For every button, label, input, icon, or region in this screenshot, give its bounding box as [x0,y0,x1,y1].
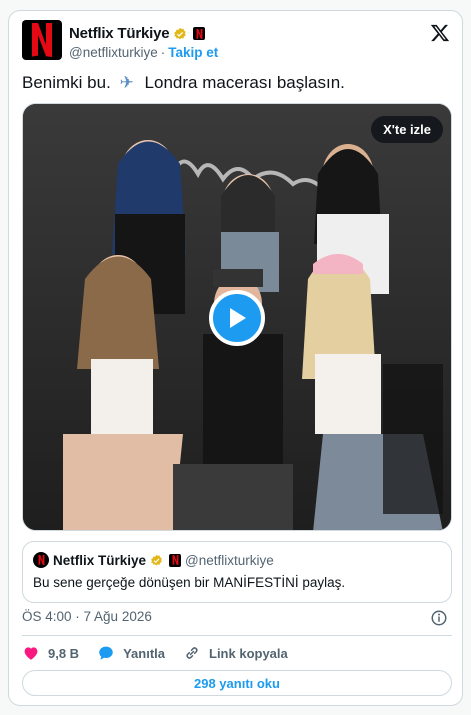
author-handle[interactable]: @netflixturkiye [69,45,158,60]
netflix-avatar[interactable] [22,20,62,60]
action-bar: 9,8 B Yanıtla Link kopyala [22,642,306,664]
quoted-tweet[interactable]: Netflix Türkiye @netflixturkiye Bu sene … [22,541,452,603]
tweet-text-part-1: Benimki bu. [22,73,111,92]
tweet-card: Netflix Türkiye @netflixturkiye · Takip … [8,10,463,706]
affiliate-logo-icon [193,27,206,40]
like-button[interactable]: 9,8 B [22,644,79,662]
author-handle-row: @netflixturkiye · Takip et [69,45,218,60]
copy-link-button[interactable]: Link kopyala [183,644,288,662]
quoted-tweet-text: Bu sene gerçeğe dönüşen bir MANİFESTİNİ … [33,575,346,590]
read-replies-button[interactable]: 298 yanıtı oku [22,670,452,696]
reply-button[interactable]: Yanıtla [97,644,165,662]
verified-badge-icon [151,554,162,565]
tweet-text: Benimki bu. ✈ Londra macerası başlasın. [22,73,345,93]
link-icon [186,647,198,659]
x-logo-icon[interactable] [430,23,450,43]
quoted-display-name: Netflix Türkiye [53,552,147,568]
like-count: 9,8 B [48,645,80,661]
play-icon [230,308,246,328]
heart-icon [24,647,38,660]
verified-badge-icon [174,27,187,39]
quoted-tweet-header: Netflix Türkiye @netflixturkiye [33,552,274,568]
copy-link-label: Link kopyala [209,645,288,661]
reply-label: Yanıtla [123,645,165,661]
quoted-handle: @netflixturkiye [185,552,274,568]
quoted-avatar [33,552,49,568]
play-button[interactable] [209,290,265,346]
handle-separator: · [160,45,166,60]
tweet-text-part-2: Londra macerası başlasın. [144,73,345,92]
affiliate-logo-icon [169,553,182,567]
author-display-name[interactable]: Netflix Türkiye [69,25,170,42]
watch-on-x-button[interactable]: X'te izle [371,116,443,143]
airplane-icon: ✈ [119,73,134,92]
video-thumbnail[interactable]: X'te izle [22,103,452,531]
reply-bubble-icon [99,646,113,660]
author-name-row: Netflix Türkiye [69,25,206,42]
follow-link[interactable]: Takip et [168,45,218,60]
tweet-timestamp[interactable]: ÖS 4:00 · 7 Ağu 2026 [22,609,152,624]
info-icon[interactable] [430,609,448,627]
netflix-logo-icon [32,23,52,57]
netflix-logo-icon [38,555,44,565]
divider [22,635,452,636]
